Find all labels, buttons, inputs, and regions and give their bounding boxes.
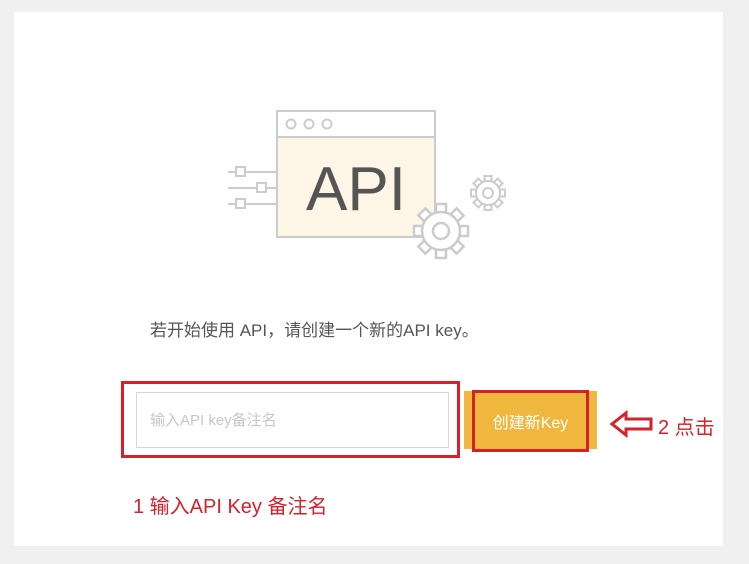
gear-icon [412, 202, 470, 260]
annotation-step1: 1 输入API Key 备注名 [133, 496, 328, 518]
annotation-button-highlight [472, 390, 589, 452]
annotation-step2: 2 点击 [658, 417, 715, 439]
intro-text: 若开始使用 API，请创建一个新的API key。 [150, 321, 479, 340]
api-window-icon: API [276, 110, 436, 238]
connector-lines-icon [228, 166, 276, 209]
small-gear-icon [470, 175, 506, 211]
api-key-remark-input[interactable] [136, 392, 449, 448]
api-label: API [306, 155, 406, 224]
api-illustration: API [228, 110, 506, 260]
left-arrow-icon [609, 410, 653, 438]
